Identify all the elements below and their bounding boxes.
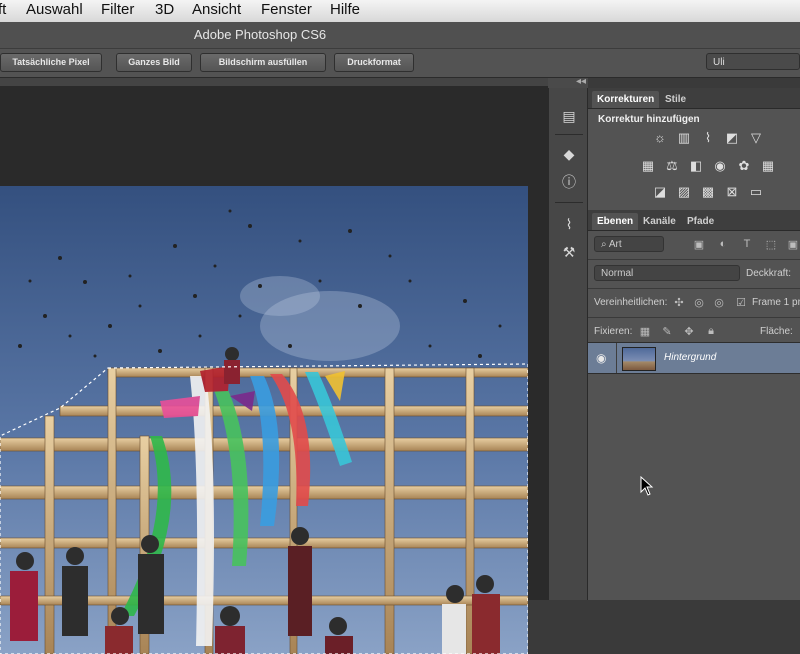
menu-item-fenster[interactable]: Fenster: [261, 1, 312, 18]
propagate-checkbox[interactable]: ☑: [734, 296, 748, 309]
propagate-label: Frame 1 prop: [752, 297, 800, 308]
menu-item-3d[interactable]: 3D: [155, 1, 174, 18]
layer-filter-value: Art: [608, 239, 622, 250]
tab-ebenen[interactable]: Ebenen: [592, 213, 639, 230]
posterize-icon[interactable]: ▨: [676, 184, 692, 200]
unify-position-icon[interactable]: ✣: [672, 296, 686, 309]
menu-bar: ft Auswahl Filter 3D Ansicht Fenster Hil…: [0, 0, 800, 23]
shape-filter-icon[interactable]: ⬚: [764, 238, 778, 251]
menu-item-filter[interactable]: Filter: [101, 1, 134, 18]
collapse-arrows-icon[interactable]: ◂◂: [576, 76, 586, 87]
unify-visibility-icon[interactable]: ◎: [692, 296, 706, 309]
layer-row[interactable]: ◉ Hintergrund: [588, 342, 800, 374]
invert-icon[interactable]: ◪: [652, 184, 668, 200]
panel-column: Korrekturen Stile Korrektur hinzufügen ☼…: [588, 88, 800, 600]
adjustments-tab-row: Korrekturen Stile: [588, 88, 800, 109]
threshold-icon[interactable]: ▩: [700, 184, 716, 200]
opacity-label: Deckkraft:: [746, 268, 792, 279]
exposure-icon[interactable]: ◩: [724, 130, 740, 146]
document-photo[interactable]: [0, 186, 528, 654]
layers-tab-row: Ebenen Kanäle Pfade: [588, 210, 800, 231]
blend-row: Normal Deckkraft:: [588, 260, 800, 289]
eye-icon[interactable]: ◉: [596, 351, 606, 365]
lock-label: Fixieren:: [594, 326, 633, 337]
lock-transparency-icon[interactable]: ▦: [638, 325, 652, 338]
layer-filter-row: ⌕ Art ▣ ◐ T ⬚ ▣: [588, 231, 800, 260]
search-icon: ⌕: [601, 239, 609, 250]
lock-all-icon[interactable]: 🔒︎: [704, 325, 718, 338]
fill-label: Fläche:: [760, 326, 793, 337]
lock-position-icon[interactable]: ✥: [682, 325, 696, 338]
workspace-select[interactable]: Uli: [706, 53, 800, 70]
type-filter-icon[interactable]: T: [740, 238, 754, 250]
menu-item-auswahl[interactable]: Auswahl: [26, 1, 83, 18]
tab-stile[interactable]: Stile: [660, 91, 691, 108]
levels-icon[interactable]: ▥: [676, 130, 692, 146]
color-lookup-icon[interactable]: ▦: [760, 158, 776, 174]
channel-mixer-icon[interactable]: ✿: [736, 158, 752, 174]
tab-korrekturen[interactable]: Korrekturen: [592, 91, 660, 108]
hue-saturation-icon[interactable]: ▦: [640, 158, 656, 174]
tool-preset-icon[interactable]: ⚒: [559, 242, 579, 262]
app-title-bar: Adobe Photoshop CS6: [0, 22, 800, 49]
brightness-contrast-icon[interactable]: ☼: [652, 130, 668, 146]
menu-item-ansicht[interactable]: Ansicht: [192, 1, 241, 18]
dock-divider: [555, 202, 583, 203]
unify-label: Vereinheitlichen:: [594, 297, 668, 308]
vibrance-icon[interactable]: ▽: [748, 130, 764, 146]
layer-divider: [616, 343, 617, 373]
pixel-layer-filter-icon[interactable]: ▣: [692, 238, 706, 251]
tab-kanaele[interactable]: Kanäle: [638, 213, 681, 230]
color-balance-icon[interactable]: ⚖: [664, 158, 680, 174]
history-icon[interactable]: ▤: [559, 106, 579, 126]
layer-filter-select[interactable]: ⌕ Art: [594, 236, 664, 252]
brush-preset-icon[interactable]: ⌇: [559, 214, 579, 234]
options-bar: Tatsächliche Pixel Ganzes Bild Bildschir…: [0, 49, 800, 78]
smart-object-filter-icon[interactable]: ▣: [786, 238, 800, 251]
menu-item-hilfe[interactable]: Hilfe: [330, 1, 360, 18]
tab-pfade[interactable]: Pfade: [682, 213, 719, 230]
info-icon[interactable]: ⓘ: [559, 172, 579, 192]
layer-thumbnail: [622, 347, 656, 371]
panel-collapse-bar[interactable]: ◂◂: [548, 76, 588, 88]
lock-pixels-icon[interactable]: ✎: [660, 325, 674, 338]
unify-style-icon[interactable]: ◎: [712, 296, 726, 309]
unify-row: Vereinheitlichen: ✣ ◎ ◎ ☑ Frame 1 prop: [588, 289, 800, 318]
print-size-button[interactable]: Druckformat: [334, 53, 414, 72]
layer-name: Hintergrund: [664, 352, 717, 363]
3d-material-icon[interactable]: ◆: [559, 144, 579, 164]
black-white-icon[interactable]: ◧: [688, 158, 704, 174]
document-canvas[interactable]: [0, 86, 548, 654]
mouse-cursor-icon: [640, 476, 654, 496]
blend-mode-select[interactable]: Normal: [594, 265, 740, 281]
menu-item-edit[interactable]: ft: [0, 1, 6, 18]
panel-icon-dock: ▤ ◆ ⓘ ⌇ ⚒: [548, 88, 588, 600]
adjustment-filter-icon[interactable]: ◐: [716, 238, 730, 250]
fit-screen-button[interactable]: Ganzes Bild: [116, 53, 192, 72]
app-title: Adobe Photoshop CS6: [193, 27, 327, 42]
dock-divider: [555, 134, 583, 135]
fill-screen-button[interactable]: Bildschirm ausfüllen: [200, 53, 326, 72]
curves-icon[interactable]: ⌇: [700, 130, 716, 146]
selective-color-icon[interactable]: ⊠: [724, 184, 740, 200]
photo-filter-icon[interactable]: ◉: [712, 158, 728, 174]
gradient-map-icon[interactable]: ▭: [748, 184, 764, 200]
adjustments-title: Korrektur hinzufügen: [598, 114, 700, 125]
actual-pixels-button[interactable]: Tatsächliche Pixel: [0, 53, 102, 72]
